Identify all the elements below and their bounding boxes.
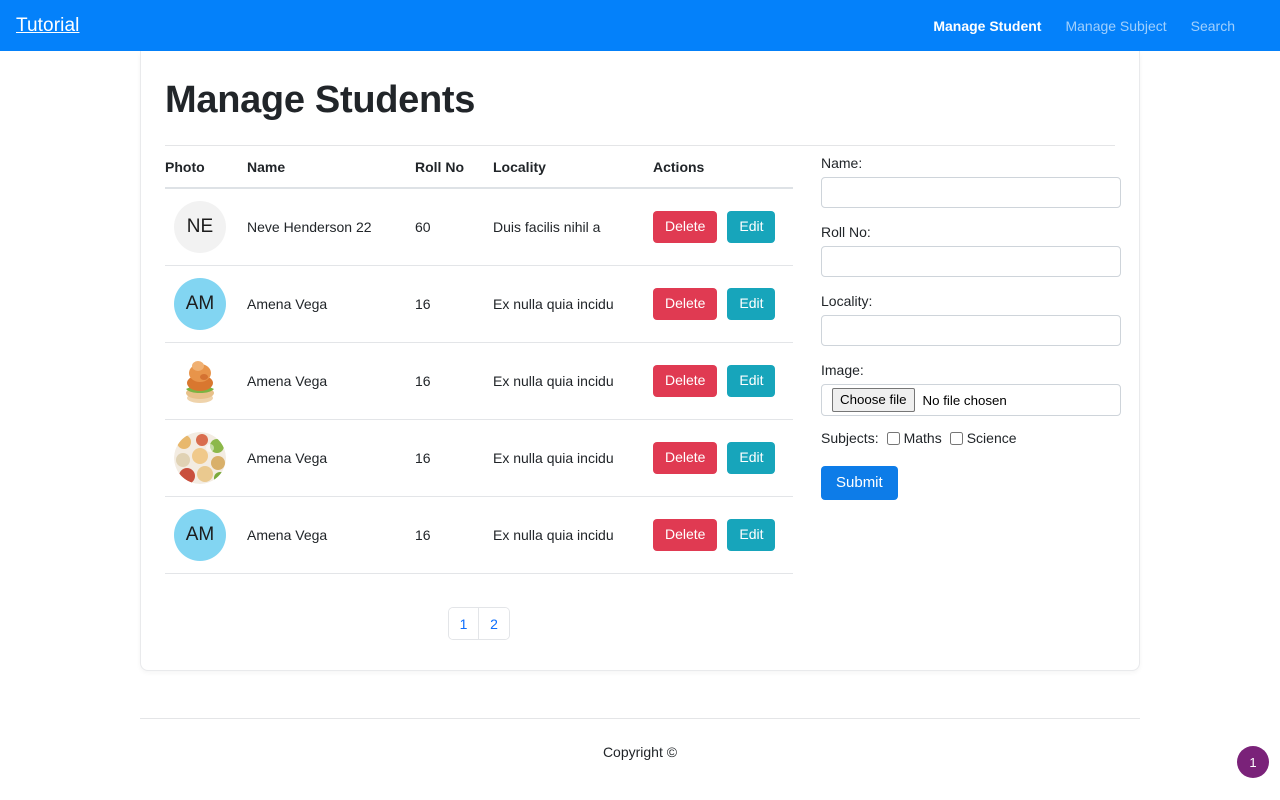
col-header-actions: Actions — [653, 146, 793, 188]
name-input[interactable] — [821, 177, 1121, 208]
avatar: AM — [174, 509, 226, 561]
edit-button[interactable]: Edit — [727, 211, 775, 243]
file-status-text: No file chosen — [923, 393, 1007, 408]
subjects-row: Subjects: Maths Science — [821, 430, 1121, 446]
edit-button[interactable]: Edit — [727, 519, 775, 551]
cell-photo: NE — [165, 188, 247, 266]
pagination: 1 2 — [165, 607, 793, 640]
cell-name: Amena Vega — [247, 420, 415, 497]
table-header-row: Photo Name Roll No Locality Actions — [165, 146, 793, 188]
students-table: Photo Name Roll No Locality Actions NE — [165, 146, 793, 574]
nav-link-manage-student[interactable]: Manage Student — [933, 18, 1041, 34]
copyright-text: Copyright © — [603, 744, 677, 760]
page-title: Manage Students — [165, 79, 1115, 122]
avatar — [174, 432, 226, 484]
submit-button[interactable]: Submit — [821, 466, 898, 500]
notification-badge[interactable]: 1 — [1237, 746, 1269, 778]
choose-file-button[interactable]: Choose file — [832, 388, 915, 412]
image-file-input[interactable]: Choose file No file chosen — [821, 384, 1121, 416]
cell-roll-no: 16 — [415, 343, 493, 420]
cell-actions: Delete Edit — [653, 420, 793, 497]
cell-locality: Ex nulla quia incidu — [493, 420, 653, 497]
checkbox-maths[interactable] — [887, 432, 900, 445]
delete-button[interactable]: Delete — [653, 442, 717, 474]
subject-science-label: Science — [967, 430, 1017, 446]
cell-roll-no: 60 — [415, 188, 493, 266]
subject-maths-label: Maths — [904, 430, 942, 446]
edit-button[interactable]: Edit — [727, 288, 775, 320]
avatar: NE — [174, 201, 226, 253]
cell-photo: AM — [165, 266, 247, 343]
delete-button[interactable]: Delete — [653, 211, 717, 243]
cell-photo — [165, 420, 247, 497]
table-row: Amena Vega 16 Ex nulla quia incidu Delet… — [165, 343, 793, 420]
cell-actions: Delete Edit — [653, 266, 793, 343]
cell-photo — [165, 343, 247, 420]
locality-input[interactable] — [821, 315, 1121, 346]
edit-button[interactable]: Edit — [727, 365, 775, 397]
pagination-list: 1 2 — [448, 607, 510, 640]
student-form-column: Name: Roll No: Locality: Image: Choose f… — [821, 146, 1121, 640]
pagination-page-2[interactable]: 2 — [479, 608, 509, 639]
student-photo-icon — [174, 432, 226, 484]
cell-locality: Ex nulla quia incidu — [493, 343, 653, 420]
page-footer: Copyright © — [140, 718, 1140, 762]
table-row: AM Amena Vega 16 Ex nulla quia incidu De… — [165, 266, 793, 343]
subjects-label: Subjects: — [821, 430, 879, 446]
locality-label: Locality: — [821, 293, 1121, 309]
table-row: Amena Vega 16 Ex nulla quia incidu Delet… — [165, 420, 793, 497]
delete-button[interactable]: Delete — [653, 288, 717, 320]
students-table-body: NE Neve Henderson 22 60 Duis facilis nih… — [165, 188, 793, 574]
table-row: AM Amena Vega 16 Ex nulla quia incidu De… — [165, 497, 793, 574]
roll-no-input[interactable] — [821, 246, 1121, 277]
pagination-page-1[interactable]: 1 — [449, 608, 479, 639]
content-columns: Photo Name Roll No Locality Actions NE — [165, 146, 1115, 640]
cell-name: Amena Vega — [247, 497, 415, 574]
roll-no-label: Roll No: — [821, 224, 1121, 240]
page-wrapper: Manage Students Photo Name Roll No Local… — [0, 51, 1280, 671]
top-navbar: Tutorial Manage Student Manage Subject S… — [0, 0, 1280, 51]
student-form: Name: Roll No: Locality: Image: Choose f… — [821, 155, 1121, 500]
nav-link-manage-subject[interactable]: Manage Subject — [1065, 18, 1166, 34]
students-table-column: Photo Name Roll No Locality Actions NE — [165, 146, 793, 640]
cell-name: Amena Vega — [247, 343, 415, 420]
nav-links: Manage Student Manage Subject Search — [933, 18, 1264, 34]
col-header-roll-no: Roll No — [415, 146, 493, 188]
cell-roll-no: 16 — [415, 497, 493, 574]
content-card: Manage Students Photo Name Roll No Local… — [140, 51, 1140, 671]
delete-button[interactable]: Delete — [653, 365, 717, 397]
nav-link-search[interactable]: Search — [1191, 18, 1235, 34]
student-photo-icon — [174, 355, 226, 407]
avatar: AM — [174, 278, 226, 330]
col-header-photo: Photo — [165, 146, 247, 188]
cell-name: Amena Vega — [247, 266, 415, 343]
brand-logo[interactable]: Tutorial — [16, 15, 79, 37]
cell-actions: Delete Edit — [653, 497, 793, 574]
col-header-locality: Locality — [493, 146, 653, 188]
delete-button[interactable]: Delete — [653, 519, 717, 551]
cell-locality: Ex nulla quia incidu — [493, 497, 653, 574]
avatar — [174, 355, 226, 407]
cell-actions: Delete Edit — [653, 188, 793, 266]
cell-photo: AM — [165, 497, 247, 574]
image-label: Image: — [821, 362, 1121, 378]
students-table-head: Photo Name Roll No Locality Actions — [165, 146, 793, 188]
cell-name: Neve Henderson 22 — [247, 188, 415, 266]
checkbox-science[interactable] — [950, 432, 963, 445]
cell-locality: Ex nulla quia incidu — [493, 266, 653, 343]
col-header-name: Name — [247, 146, 415, 188]
cell-actions: Delete Edit — [653, 343, 793, 420]
cell-roll-no: 16 — [415, 266, 493, 343]
edit-button[interactable]: Edit — [727, 442, 775, 474]
cell-roll-no: 16 — [415, 420, 493, 497]
name-label: Name: — [821, 155, 1121, 171]
cell-locality: Duis facilis nihil a — [493, 188, 653, 266]
table-row: NE Neve Henderson 22 60 Duis facilis nih… — [165, 188, 793, 266]
